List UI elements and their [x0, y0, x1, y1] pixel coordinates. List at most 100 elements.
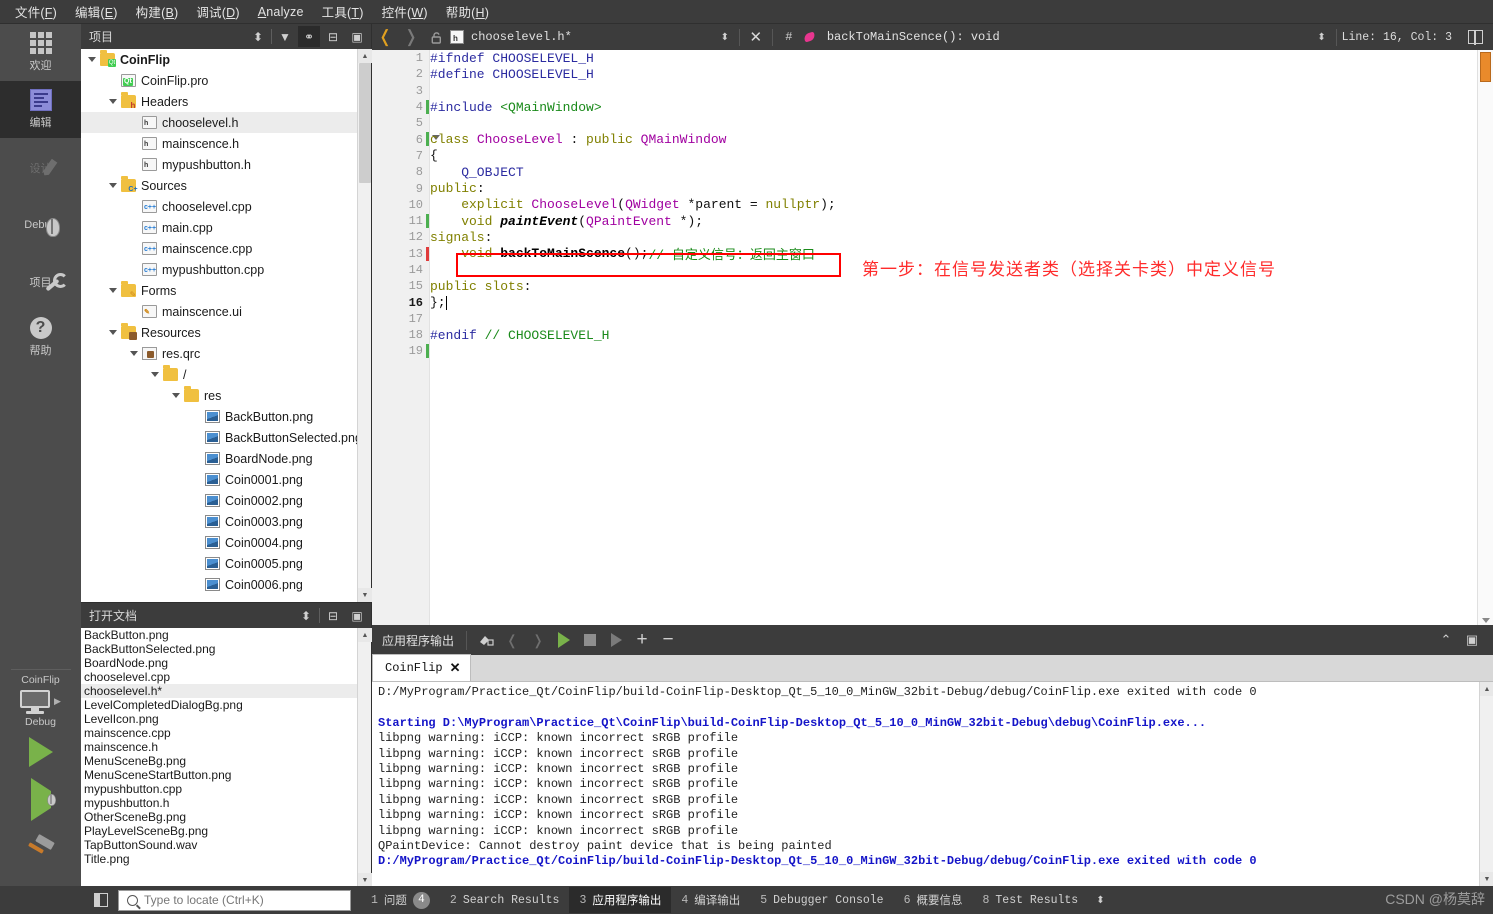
menu-item-7[interactable]: 控件(W): [373, 0, 437, 24]
navigate-forward-icon[interactable]: ❭: [398, 24, 424, 50]
open-document-item[interactable]: MenuSceneStartButton.png: [81, 768, 358, 782]
open-document-item[interactable]: LevelIcon.png: [81, 712, 358, 726]
start-debugging-button[interactable]: [0, 776, 81, 824]
chevron-down-icon[interactable]: [108, 96, 119, 107]
code-line[interactable]: [430, 343, 1477, 359]
menu-item-3[interactable]: 构建(B): [127, 0, 188, 24]
open-document-item[interactable]: PlayLevelSceneBg.png: [81, 824, 358, 838]
code-line[interactable]: [430, 311, 1477, 327]
project-tree-item[interactable]: ✎ Forms: [81, 280, 358, 301]
build-button[interactable]: [0, 824, 81, 872]
run-button[interactable]: [0, 728, 81, 776]
project-tree-item[interactable]: c++ mypushbutton.cpp: [81, 259, 358, 280]
editor-scroll-thumb[interactable]: [1480, 52, 1491, 82]
zoom-in-icon[interactable]: +: [629, 627, 655, 653]
code-line[interactable]: #include <QMainWindow>: [430, 99, 1477, 115]
output-pane-tab[interactable]: 2 Search Results: [440, 889, 570, 912]
attach-debugger-icon[interactable]: [603, 627, 629, 653]
project-tree-item[interactable]: h mypushbutton.h: [81, 154, 358, 175]
open-document-item[interactable]: mainscence.cpp: [81, 726, 358, 740]
chevron-down-icon[interactable]: [108, 285, 119, 296]
project-tree-item[interactable]: res.qrc: [81, 343, 358, 364]
code-line[interactable]: {: [430, 148, 1477, 164]
open-document-item[interactable]: OtherSceneBg.png: [81, 810, 358, 824]
code-line[interactable]: signals:: [430, 229, 1477, 245]
mode-projects[interactable]: 项目: [0, 252, 81, 309]
open-documents-scrollbar[interactable]: ▲ ▼: [357, 628, 372, 887]
open-document-item[interactable]: chooselevel.cpp: [81, 670, 358, 684]
locator-input[interactable]: Type to locate (Ctrl+K): [118, 889, 351, 911]
project-tree-item[interactable]: Coin0006.png: [81, 574, 358, 595]
close-document-icon[interactable]: ✕: [745, 24, 767, 50]
scroll-down-arrow-icon[interactable]: [1482, 618, 1490, 623]
console-output[interactable]: D:/MyProgram/Practice_Qt/CoinFlip/build-…: [372, 682, 1479, 886]
menu-item-8[interactable]: 帮助(H): [437, 0, 498, 24]
editor-code-area[interactable]: #ifndef CHOOSELEVEL_H #define CHOOSELEVEL…: [430, 50, 1477, 625]
project-tree-item[interactable]: /: [81, 364, 358, 385]
code-line[interactable]: Q_OBJECT: [430, 164, 1477, 180]
chevron-down-icon[interactable]: [171, 390, 182, 401]
project-tree-item[interactable]: Coin0001.png: [81, 469, 358, 490]
maximize-output-icon[interactable]: ⌃: [1433, 627, 1459, 653]
clear-output-icon[interactable]: [473, 627, 499, 653]
menu-item-2[interactable]: 编辑(E): [66, 0, 127, 24]
code-line[interactable]: class ChooseLevel : public QMainWindow: [430, 131, 1477, 147]
scroll-down-arrow-icon[interactable]: ▼: [358, 873, 372, 887]
open-document-item[interactable]: BackButtonSelected.png: [81, 642, 358, 656]
code-line[interactable]: [430, 115, 1477, 131]
open-document-item[interactable]: chooselevel.h*: [81, 684, 358, 698]
project-tree-item[interactable]: h mainscence.h: [81, 133, 358, 154]
chevron-down-icon[interactable]: [108, 327, 119, 338]
mode-help[interactable]: ? 帮助: [0, 309, 81, 366]
output-pane-tab[interactable]: 6 概要信息: [894, 887, 973, 913]
mode-debug[interactable]: Debug: [0, 195, 81, 252]
link-icon[interactable]: ⚭: [298, 26, 320, 47]
editor-filename[interactable]: chooselevel.h*: [471, 30, 572, 44]
output-pane-tab[interactable]: 3 应用程序输出: [569, 887, 672, 913]
project-tree-item[interactable]: BackButton.png: [81, 406, 358, 427]
project-tree-item[interactable]: BoardNode.png: [81, 448, 358, 469]
chevron-down-icon[interactable]: [108, 180, 119, 191]
code-line[interactable]: #ifndef CHOOSELEVEL_H: [430, 50, 1477, 66]
open-document-item[interactable]: mypushbutton.h: [81, 796, 358, 810]
close-output-icon[interactable]: ▣: [1459, 627, 1485, 653]
navigate-back-icon[interactable]: ❬: [372, 24, 398, 50]
project-tree-item[interactable]: Qt CoinFlip.pro: [81, 70, 358, 91]
prev-item-icon[interactable]: ❬: [499, 627, 525, 653]
code-line[interactable]: #endif // CHOOSELEVEL_H: [430, 327, 1477, 343]
code-line[interactable]: };: [430, 294, 1477, 310]
output-pane-tab[interactable]: 4 编译输出: [671, 887, 750, 913]
project-tree-item[interactable]: h Headers: [81, 91, 358, 112]
open-document-item[interactable]: mypushbutton.cpp: [81, 782, 358, 796]
project-tree-item[interactable]: c++ mainscence.cpp: [81, 238, 358, 259]
lock-icon[interactable]: [424, 24, 448, 50]
menu-item-1[interactable]: 文件(F): [6, 0, 66, 24]
stop-icon[interactable]: [577, 627, 603, 653]
split-add-icon[interactable]: ⊟: [322, 605, 344, 626]
open-document-item[interactable]: LevelCompletedDialogBg.png: [81, 698, 358, 712]
project-tree-scrollbar[interactable]: ▲ ▼: [357, 49, 372, 602]
code-line[interactable]: [430, 83, 1477, 99]
open-document-item[interactable]: MenuSceneBg.png: [81, 754, 358, 768]
project-tree[interactable]: Qt CoinFlip Qt CoinFlip.pro h Headers h choosel…: [81, 49, 358, 602]
code-line[interactable]: #define CHOOSELEVEL_H: [430, 66, 1477, 82]
project-tree-item[interactable]: C+ Sources: [81, 175, 358, 196]
close-split-icon[interactable]: ▣: [346, 605, 368, 626]
close-icon[interactable]: ✕: [450, 661, 461, 676]
more-panes-icon[interactable]: ⬍: [1096, 895, 1104, 906]
project-tree-item[interactable]: Resources: [81, 322, 358, 343]
project-tree-item[interactable]: res: [81, 385, 358, 406]
code-line[interactable]: public:: [430, 180, 1477, 196]
console-scrollbar[interactable]: ▲ ▼: [1479, 682, 1493, 886]
open-document-item[interactable]: mainscence.h: [81, 740, 358, 754]
open-document-item[interactable]: BackButton.png: [81, 628, 358, 642]
output-pane-tab[interactable]: 8 Test Results: [972, 889, 1088, 912]
split-add-icon[interactable]: ⊟: [322, 26, 344, 47]
code-editor[interactable]: 1 2 3 4 5 6 7 8 9 10 11 12 13 14 15 16 17 18 19 #ifndef CH…: [372, 50, 1493, 625]
project-tree-item[interactable]: Coin0005.png: [81, 553, 358, 574]
toggle-sidebar-icon[interactable]: [88, 889, 114, 911]
editor-scrollbar[interactable]: [1477, 50, 1493, 625]
output-tab-coinflip[interactable]: CoinFlip ✕: [372, 654, 471, 681]
project-tree-item[interactable]: BackButtonSelected.png: [81, 427, 358, 448]
output-pane-tab[interactable]: 1 问题 4: [361, 887, 440, 914]
